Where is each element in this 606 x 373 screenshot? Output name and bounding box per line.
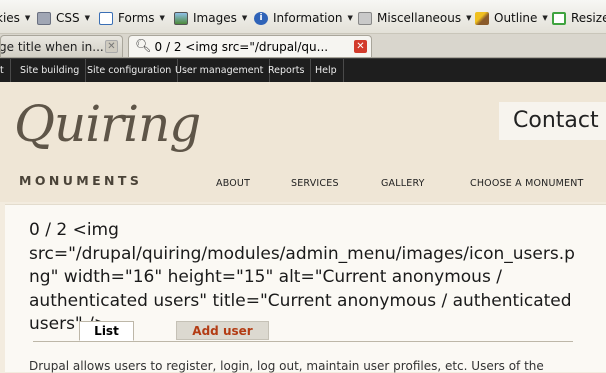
- local-tasks-tabs: List Add user: [33, 321, 573, 342]
- browser-tab-title: ge title when in...: [0, 39, 104, 54]
- tab-list[interactable]: List: [79, 321, 134, 341]
- resize-menu[interactable]: Resize: [552, 9, 606, 27]
- miscellaneous-menu[interactable]: Miscellaneous ▼: [358, 9, 472, 27]
- admin-menu-item-content[interactable]: t: [0, 59, 11, 82]
- css-label: CSS: [56, 11, 80, 25]
- outline-label: Outline: [494, 11, 538, 25]
- contact-link[interactable]: Contact u: [513, 108, 606, 133]
- information-menu[interactable]: i Information ▼: [254, 9, 353, 27]
- forms-menu[interactable]: Forms ▼: [99, 9, 165, 27]
- close-icon[interactable]: ✕: [105, 40, 118, 53]
- cookies-menu[interactable]: kies ▼: [0, 9, 30, 27]
- admin-menu-item-user-management[interactable]: User management: [169, 59, 271, 82]
- nav-choose-a-monument[interactable]: CHOOSE A MONUMENT: [470, 178, 584, 189]
- admin-menu-item-help[interactable]: Help: [309, 59, 344, 82]
- nav-about[interactable]: ABOUT: [216, 178, 250, 189]
- forms-icon: [99, 11, 113, 25]
- cookies-label: kies: [0, 11, 20, 25]
- dropdown-arrow-icon: ▼: [159, 14, 165, 22]
- information-icon: i: [254, 11, 268, 25]
- outline-icon: [475, 11, 489, 25]
- browser-tab-strip: ge title when in... ✕ 🔍︎ 0 / 2 <img src=…: [0, 34, 606, 58]
- css-icon: [37, 11, 51, 25]
- browser-tab-title: 0 / 2 <img src="/drupal/qu...: [154, 39, 329, 54]
- admin-menu-item-site-configuration[interactable]: Site configuration: [81, 59, 179, 82]
- search-icon: 🔍︎: [135, 39, 152, 54]
- resize-label: Resize: [571, 11, 606, 25]
- dropdown-arrow-icon: ▼: [24, 14, 31, 22]
- dropdown-arrow-icon: ▼: [466, 14, 472, 22]
- dropdown-arrow-icon: ▼: [241, 14, 248, 22]
- dropdown-arrow-icon: ▼: [542, 14, 548, 22]
- information-label: Information: [273, 11, 343, 25]
- forms-label: Forms: [118, 11, 155, 25]
- main-content: 0 / 2 <img src="/drupal/quiring/modules/…: [5, 204, 606, 373]
- images-label: Images: [193, 11, 237, 25]
- admin-menu: t Site building Site configuration User …: [0, 58, 606, 82]
- dropdown-arrow-icon: ▼: [347, 14, 353, 22]
- page-title: 0 / 2 <img src="/drupal/quiring/modules/…: [29, 220, 575, 334]
- images-menu[interactable]: Images ▼: [174, 9, 247, 27]
- admin-menu-item-site-building[interactable]: Site building: [14, 59, 87, 82]
- dropdown-arrow-icon: ▼: [84, 14, 91, 22]
- admin-menu-item-reports[interactable]: Reports: [262, 59, 312, 82]
- outline-menu[interactable]: Outline ▼: [475, 9, 548, 27]
- miscellaneous-icon: [358, 11, 372, 25]
- tab-add-user[interactable]: Add user: [176, 321, 269, 340]
- resize-icon: [552, 11, 566, 25]
- web-developer-toolbar: kies ▼ CSS ▼ Forms ▼ Images ▼ i Informat…: [0, 0, 606, 34]
- images-icon: [174, 11, 188, 25]
- browser-tab-inactive[interactable]: ge title when in... ✕: [0, 35, 123, 57]
- nav-gallery[interactable]: GALLERY: [381, 178, 425, 189]
- nav-services[interactable]: SERVICES: [291, 178, 339, 189]
- close-icon[interactable]: ✕: [354, 40, 367, 53]
- miscellaneous-label: Miscellaneous: [377, 11, 462, 25]
- css-menu[interactable]: CSS ▼: [37, 9, 90, 27]
- logo-subtitle[interactable]: MONUMENTS: [19, 173, 142, 188]
- contact-box: Contact u: [499, 102, 606, 140]
- site-header: Quiring MONUMENTS Contact u ABOUT SERVIC…: [0, 82, 606, 202]
- browser-tab-active[interactable]: 🔍︎ 0 / 2 <img src="/drupal/qu... ✕: [128, 35, 372, 57]
- logo-script[interactable]: Quiring: [14, 94, 201, 154]
